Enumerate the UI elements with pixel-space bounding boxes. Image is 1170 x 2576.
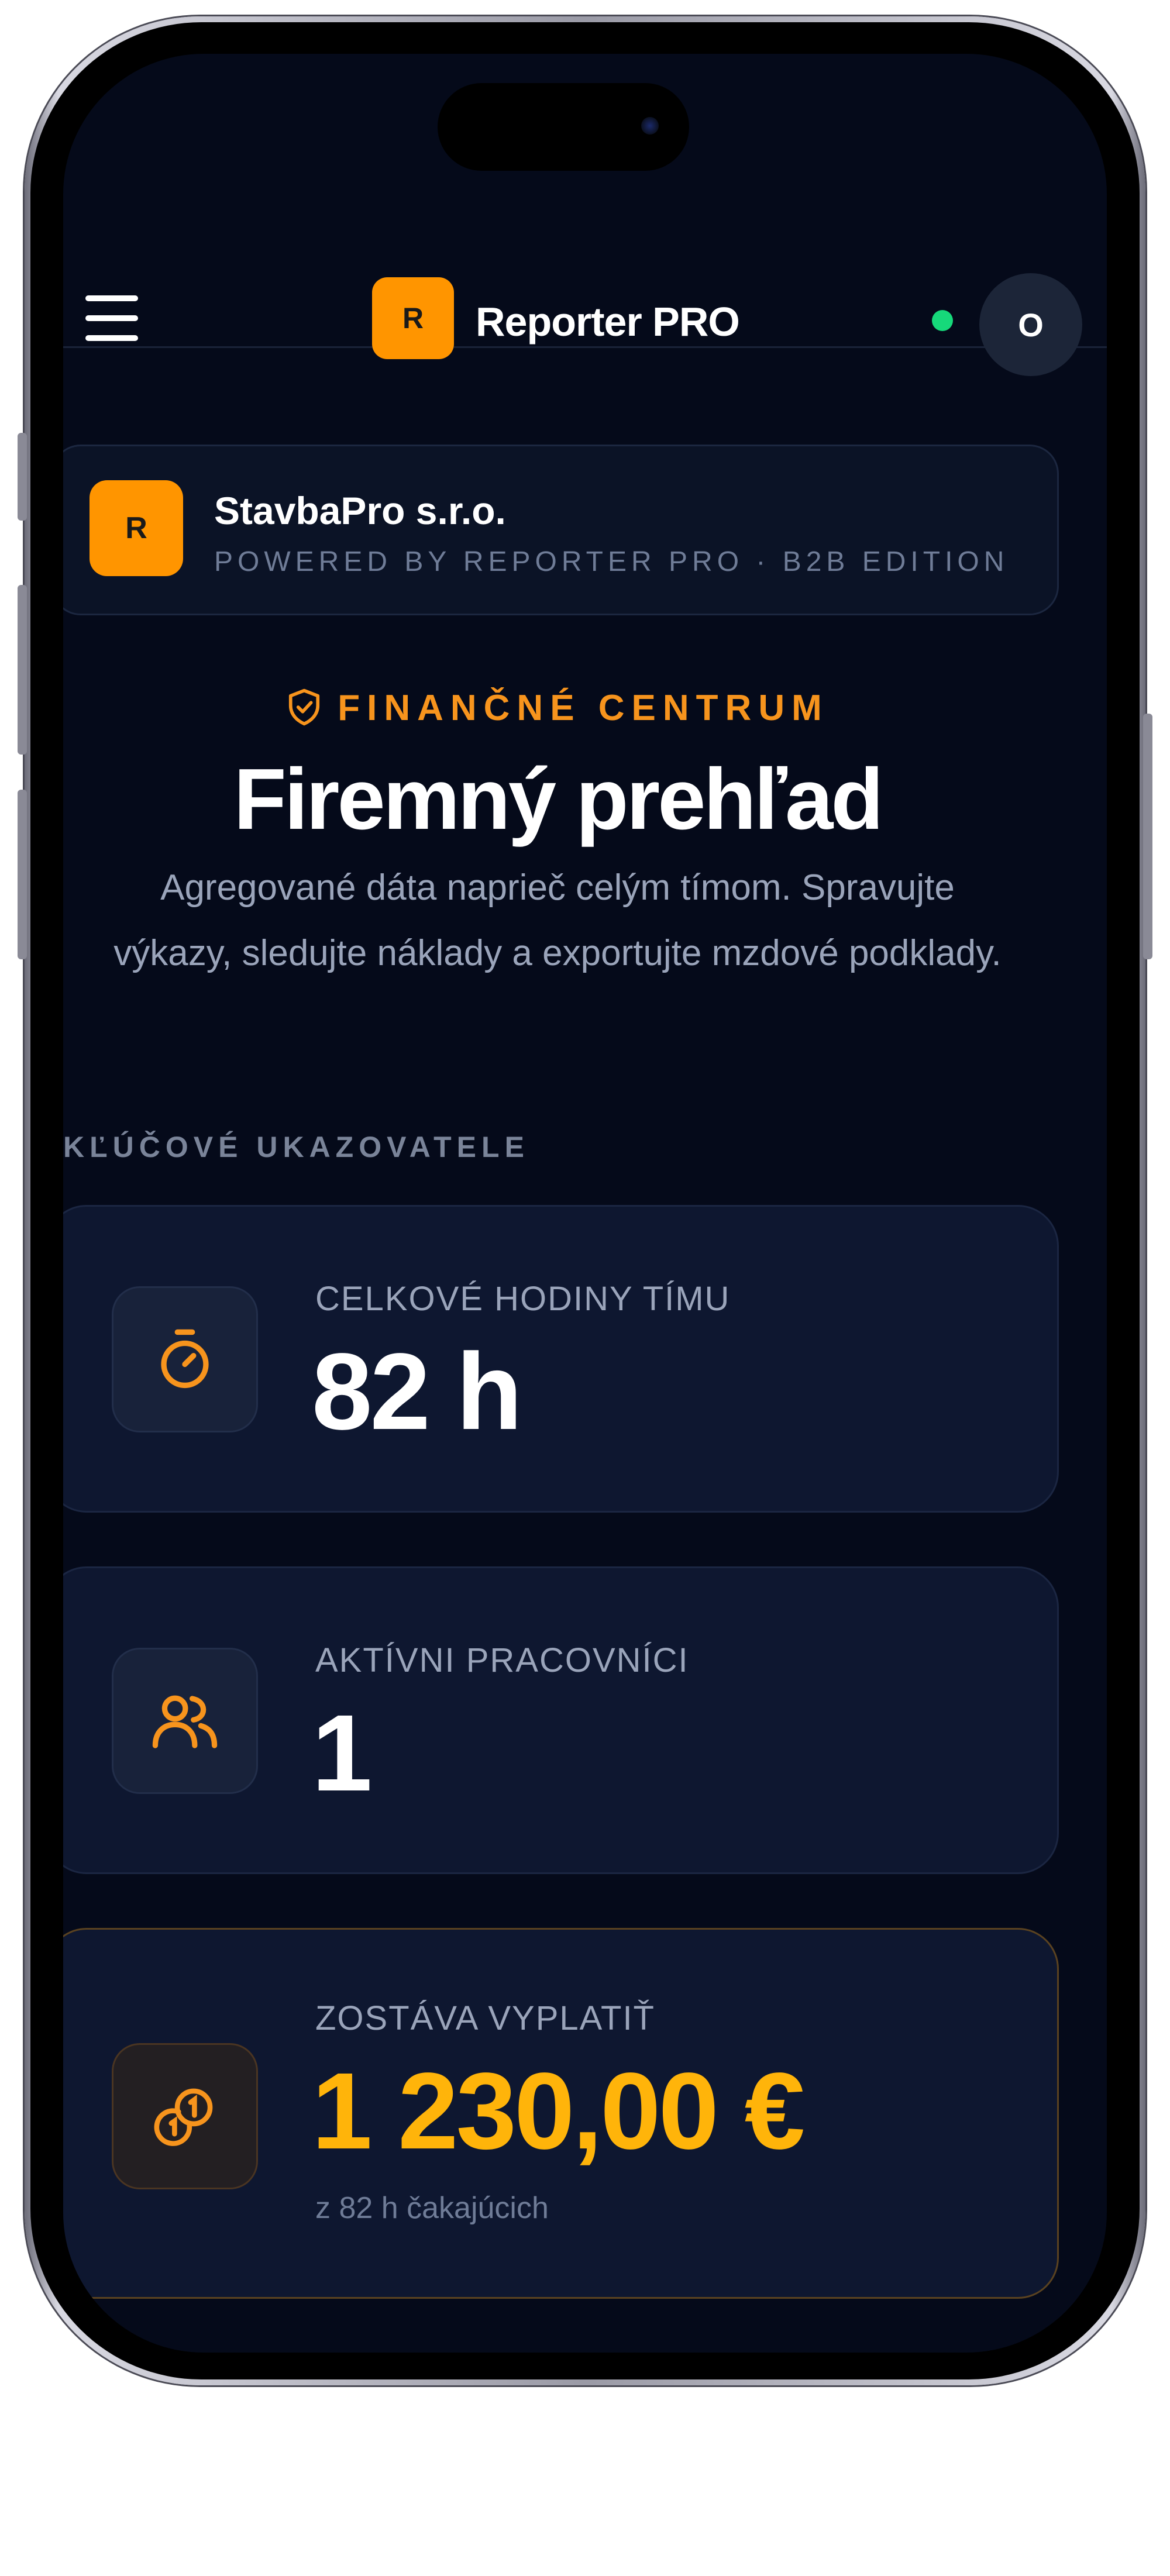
shield-check-icon [289,688,320,725]
company-edition-subtitle: POWERED BY REPORTER PRO · B2B EDITION [214,546,1009,577]
page-title: Firemný prehľad [233,751,883,848]
phone-volume-down-button [18,790,27,959]
stopwatch-icon [112,1286,258,1432]
app-screen: R Reporter PRO O R StavbaPro s.r.o. POWE… [63,54,1107,2353]
section-eyebrow: FINANČNÉ CENTRUM [63,687,1052,731]
user-avatar-button[interactable]: O [979,273,1082,376]
phone-volume-up-button [18,585,27,755]
page-description-line-1: Agregované dáta naprieč celým tímom. Spr… [160,867,955,908]
app-logo: R [372,277,454,359]
company-name: StavbaPro s.r.o. [214,489,506,532]
top-app-bar: R Reporter PRO O [63,212,1107,376]
phone-power-button [1143,714,1152,959]
users-icon [112,1648,258,1794]
kpi-subtext: z 82 h čakajúcich [315,2191,549,2225]
menu-icon[interactable] [85,295,142,342]
eyebrow-text: FINANČNÉ CENTRUM [338,688,829,728]
phone-action-button [18,433,27,521]
company-card[interactable]: R StavbaPro s.r.o. POWERED BY REPORTER P… [63,445,1059,615]
coins-icon [112,2043,258,2189]
kpi-value: 1 230,00 € [312,2051,805,2172]
kpi-value: 82 h [312,1331,522,1452]
kpi-card-total-hours[interactable]: CELKOVÉ HODINY TÍMU 82 h [63,1205,1059,1513]
kpi-label: AKTÍVNI PRACOVNÍCI [315,1641,689,1679]
kpi-label: CELKOVÉ HODINY TÍMU [315,1280,731,1318]
kpi-card-active-workers[interactable]: AKTÍVNI PRACOVNÍCI 1 [63,1566,1059,1874]
kpi-card-remaining-payout[interactable]: ZOSTÁVA VYPLATIŤ 1 230,00 € z 82 h čakaj… [63,1928,1059,2299]
kpi-label: ZOSTÁVA VYPLATIŤ [315,1999,655,2037]
kpi-value: 1 [312,1693,372,1814]
online-status-indicator [932,310,953,331]
page-description: Agregované dáta naprieč celým tímom. Spr… [63,855,1075,986]
kpi-section-label: KĽÚČOVÉ UKAZOVATELE [63,1131,529,1163]
dynamic-island [438,83,689,171]
page-description-line-2: výkazy, sledujte náklady a exportujte mz… [113,933,1002,973]
app-title: Reporter PRO [476,299,740,345]
company-logo: R [90,480,183,576]
